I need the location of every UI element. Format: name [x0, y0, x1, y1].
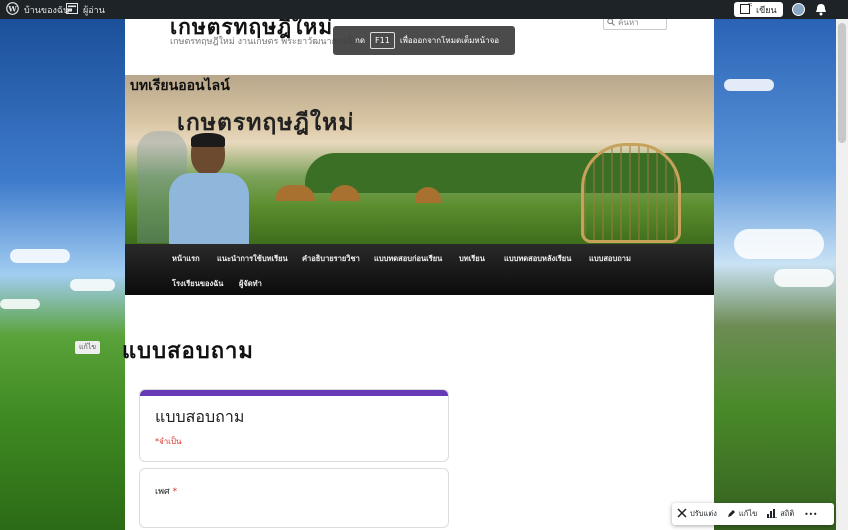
search-placeholder: ค้นหา	[618, 19, 639, 27]
required-star: *	[172, 487, 178, 497]
nav-item-posttest[interactable]: แบบทดสอบหลังเรียน	[504, 253, 571, 265]
nav-item-author[interactable]: ผู้จัดทำ	[239, 278, 262, 290]
search-input[interactable]: ค้นหา	[603, 19, 667, 30]
reader-menu[interactable]: ผู้อ่าน	[66, 0, 105, 19]
reader-label: ผู้อ่าน	[83, 5, 105, 16]
scrollbar-thumb[interactable]	[838, 23, 846, 143]
question-card: เพศ *	[139, 468, 449, 528]
nav-item-course-description[interactable]: คำอธิบายรายวิชา	[302, 253, 360, 265]
fullscreen-notice: กด F11 เพื่อออกจากโหมดเต็มหน้าจอ	[333, 26, 515, 55]
admin-bar: W บ้านของฉัน ผู้อ่าน + เขียน	[0, 0, 848, 19]
customize-button[interactable]: ปรับแต่ง	[672, 508, 722, 520]
wordpress-logo-icon: W	[6, 1, 19, 18]
nav-item-home[interactable]: หน้าแรก	[172, 253, 200, 265]
more-icon: •••	[804, 509, 818, 519]
nav-item-usage-guide[interactable]: แนะนำการใช้บทเรียน	[217, 253, 288, 265]
question-label-text: เพศ	[155, 487, 170, 497]
write-icon: +	[740, 3, 756, 17]
header-caption-online-lesson: บทเรียนออนไลน์	[130, 78, 230, 94]
f11-key: F11	[370, 32, 395, 49]
fullscreen-notice-prefix: กด	[355, 36, 366, 45]
edit-label: แก้ไข	[738, 509, 758, 518]
reader-icon	[66, 2, 78, 17]
page-title: แบบสอบถาม	[122, 339, 254, 364]
fullscreen-notice-text: เพื่อออกจากโหมดเต็มหน้าจอ	[399, 36, 500, 45]
svg-text:+: +	[750, 3, 753, 10]
stats-label: สถิติ	[780, 509, 795, 518]
form-title: แบบสอบถาม	[155, 407, 245, 426]
bar-chart-icon	[767, 508, 778, 520]
form-header-card: แบบสอบถาม *จำเป็น	[139, 389, 449, 462]
nav-item-lessons[interactable]: บทเรียน	[459, 253, 485, 265]
my-site-label: บ้านของฉัน	[24, 5, 70, 16]
background-right	[714, 19, 839, 530]
notifications-bell-icon[interactable]	[815, 3, 827, 19]
site-description: เกษตรทฤษฎีใหม่ งานเกษตร พระยาวัฒนาการกิจ	[170, 37, 358, 47]
floating-toolbar: ปรับแต่ง แก้ไข สถิติ •••	[672, 503, 834, 525]
main-navigation: หน้าแรก แนะนำการใช้บทเรียน คำอธิบายรายวิ…	[125, 244, 714, 295]
vertical-scrollbar[interactable]	[836, 19, 848, 530]
stats-button[interactable]: สถิติ	[762, 508, 799, 520]
svg-text:W: W	[7, 4, 17, 13]
edit-button[interactable]: แก้ไข	[722, 508, 762, 520]
question-label: เพศ *	[155, 484, 177, 498]
pencil-icon	[727, 509, 736, 520]
tools-icon	[677, 508, 687, 520]
nav-item-questionnaire[interactable]: แบบสอบถาม	[589, 253, 631, 265]
header-caption-title: เกษตรทฤษฎีใหม่	[177, 110, 355, 136]
nav-item-my-school[interactable]: โรงเรียนของฉัน	[172, 278, 223, 290]
more-button[interactable]: •••	[799, 510, 822, 519]
form-accent-bar	[140, 390, 448, 396]
header-image[interactable]: บทเรียนออนไลน์ เกษตรทฤษฎีใหม่	[125, 75, 714, 244]
bamboo-basket	[581, 143, 681, 243]
search-icon	[607, 19, 615, 28]
my-site-menu[interactable]: W บ้านของฉัน	[6, 0, 69, 19]
edit-page-link[interactable]: แก้ไข	[75, 341, 101, 354]
write-label: เขียน	[756, 5, 777, 16]
customize-label: ปรับแต่ง	[690, 509, 717, 518]
background-left	[0, 19, 125, 530]
avatar[interactable]	[792, 3, 805, 16]
student-photo	[163, 133, 253, 244]
write-button[interactable]: + เขียน	[734, 2, 783, 17]
nav-item-pretest[interactable]: แบบทดสอบก่อนเรียน	[374, 253, 442, 265]
required-note: *จำเป็น	[155, 437, 182, 446]
